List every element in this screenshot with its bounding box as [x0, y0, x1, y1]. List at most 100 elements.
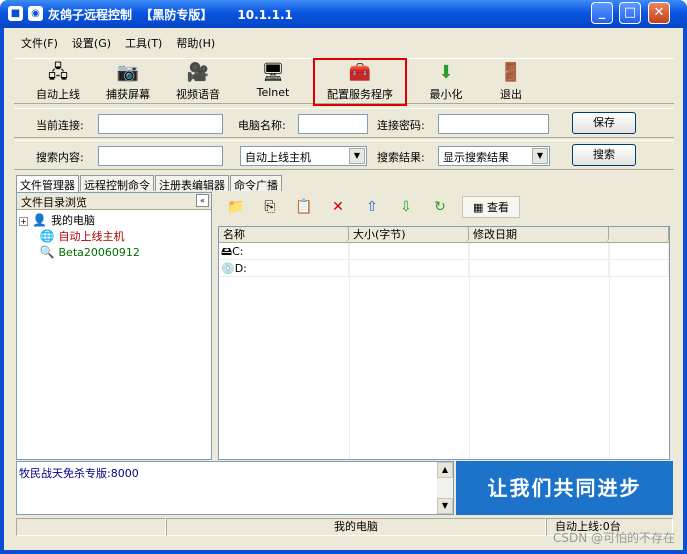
file-row-name: C: — [232, 245, 244, 258]
save-button[interactable]: 保存 — [572, 112, 636, 134]
collapse-panel-button[interactable]: « — [196, 194, 209, 207]
app-logo-icon: ◉ — [28, 6, 43, 21]
copy-button[interactable]: ⎘ — [256, 195, 284, 219]
exit-button[interactable]: 🚪 退出 — [486, 62, 536, 102]
file-toolbar: 📁 ⎘ 📋 ✕ ⇧ ⇩ ↻ ▦ 查看 — [222, 194, 526, 220]
tab-remote-commands[interactable]: 远程控制命令 — [80, 175, 154, 192]
password-label: 连接密码: — [377, 119, 425, 132]
expand-toggle[interactable]: + — [19, 216, 28, 226]
current-connection-field[interactable] — [98, 114, 223, 134]
download-icon: ⇩ — [400, 199, 412, 215]
chevron-down-icon[interactable]: ▼ — [532, 148, 548, 164]
log-scrollbar[interactable]: ▲ ▼ — [437, 462, 453, 514]
chevron-down-icon[interactable]: ▼ — [349, 148, 365, 164]
upload-icon: ⇧ — [366, 199, 378, 215]
telnet-terminal-icon: 🖥 — [261, 62, 285, 83]
password-field[interactable] — [438, 114, 549, 134]
menu-file[interactable]: 文件(F) — [14, 35, 65, 51]
telnet-button[interactable]: 🖥 Telnet — [248, 62, 298, 102]
auto-online-label: 自动上线 — [36, 88, 80, 101]
download-button[interactable]: ⇩ — [392, 195, 420, 219]
paste-icon: 📋 — [295, 199, 313, 215]
upload-button[interactable]: ⇧ — [358, 195, 386, 219]
progress-banner: 让我们共同进步 — [456, 461, 673, 515]
minimize-app-button[interactable]: ⬇ 最小化 — [418, 62, 474, 102]
main-toolbar: 🖧 自动上线 📷 捕获屏幕 🎥 视频语音 🖥 Telnet 🧰 配置服务程序 ⬇ — [14, 58, 674, 106]
menu-help[interactable]: 帮助(H) — [169, 35, 222, 51]
tree-node-beta[interactable]: 🔍 Beta20060912 — [39, 244, 140, 260]
tree-node-label: 我的电脑 — [51, 214, 95, 227]
client-area: 文件(F) 设置(G) 工具(T) 帮助(H) 🖧 自动上线 📷 捕获屏幕 🎥 … — [4, 28, 683, 550]
search-content-label: 搜索内容: — [36, 151, 84, 164]
system-menu-icon[interactable]: ■ — [8, 6, 23, 21]
minimize-app-label: 最小化 — [429, 88, 463, 101]
menu-tools[interactable]: 工具(T) — [118, 35, 169, 51]
tree-node-auto-online[interactable]: 🌐 自动上线主机 — [39, 228, 125, 244]
file-list-header: 名称 大小(字节) 修改日期 — [219, 227, 669, 243]
file-row[interactable]: 🖴C: — [219, 243, 669, 260]
menu-settings[interactable]: 设置(G) — [65, 35, 118, 51]
computer-name-field[interactable] — [298, 114, 368, 134]
delete-button[interactable]: ✕ — [324, 195, 352, 219]
config-service-button[interactable]: 🧰 配置服务程序 — [313, 58, 407, 106]
scroll-down-icon[interactable]: ▼ — [437, 498, 453, 514]
current-connection-label: 当前连接: — [36, 119, 84, 132]
network-icon: 🖧 — [47, 62, 69, 83]
tree-header-title: 文件目录浏览 — [21, 196, 87, 209]
minimize-window-button[interactable]: _ — [591, 2, 613, 24]
directory-tree: + 👤 我的电脑 🌐 自动上线主机 🔍 Beta20060912 — [17, 210, 211, 460]
capture-screen-label: 捕获屏幕 — [106, 88, 150, 101]
status-left — [16, 518, 166, 536]
search-scope-value: 自动上线主机 — [245, 151, 311, 164]
cd-drive-icon: 💿 — [221, 262, 235, 275]
window-title: 灰鸽子远程控制 【黑防专版】 10.1.1.1 — [48, 8, 293, 22]
app-window: ■ ◉ 灰鸽子远程控制 【黑防专版】 10.1.1.1 _ □ ✕ 文件(F) … — [0, 0, 687, 554]
paste-button[interactable]: 📋 — [290, 195, 318, 219]
view-menu-button[interactable]: ▦ 查看 — [462, 196, 520, 218]
close-window-button[interactable]: ✕ — [648, 2, 670, 24]
computer-icon: 👤 — [32, 213, 47, 227]
folder-up-icon: 📁 — [227, 199, 245, 215]
maximize-window-button[interactable]: □ — [619, 2, 641, 24]
search-scope-select[interactable]: 自动上线主机 ▼ — [240, 146, 367, 166]
tab-command-broadcast[interactable]: 命令广播 — [230, 175, 282, 192]
refresh-icon: ↻ — [434, 199, 446, 215]
exit-door-icon: 🚪 — [499, 62, 523, 83]
column-name[interactable]: 名称 — [219, 227, 349, 242]
scroll-up-icon[interactable]: ▲ — [437, 462, 453, 478]
file-row-name: D: — [234, 262, 247, 275]
copy-icon: ⎘ — [264, 199, 276, 215]
parent-folder-button[interactable]: 📁 — [222, 195, 250, 219]
search-globe-icon: 🔍 — [39, 245, 55, 259]
directory-tree-panel: 文件目录浏览 « + 👤 我的电脑 🌐 自动上线主机 🔍 Beta2006091… — [16, 192, 212, 460]
refresh-button[interactable]: ↻ — [426, 195, 454, 219]
menu-bar: 文件(F) 设置(G) 工具(T) 帮助(H) — [14, 32, 222, 54]
search-result-select[interactable]: 显示搜索结果 ▼ — [438, 146, 550, 166]
column-size[interactable]: 大小(字节) — [349, 227, 469, 242]
file-row[interactable]: 💿D: — [219, 260, 669, 277]
tab-registry-editor[interactable]: 注册表编辑器 — [155, 175, 229, 192]
column-modified[interactable]: 修改日期 — [469, 227, 609, 242]
capture-screen-button[interactable]: 📷 捕获屏幕 — [96, 62, 160, 102]
search-content-field[interactable] — [98, 146, 223, 166]
video-voice-label: 视频语音 — [176, 88, 220, 101]
tree-node-label: 自动上线主机 — [58, 230, 125, 243]
video-voice-button[interactable]: 🎥 视频语音 — [166, 62, 230, 102]
auto-online-button[interactable]: 🖧 自动上线 — [26, 62, 90, 102]
computer-name-label: 电脑名称: — [238, 119, 286, 132]
tree-node-my-computer[interactable]: + 👤 我的电脑 — [19, 212, 95, 228]
tree-header: 文件目录浏览 « — [17, 193, 211, 210]
tree-node-label: Beta20060912 — [58, 246, 140, 259]
file-list: 名称 大小(字节) 修改日期 🖴C: 💿D: — [218, 226, 670, 460]
minimize-arrow-icon: ⬇ — [438, 62, 454, 83]
tab-file-manager[interactable]: 文件管理器 — [16, 175, 79, 192]
telnet-label: Telnet — [256, 86, 290, 99]
search-result-value: 显示搜索结果 — [443, 151, 509, 164]
camera-screen-icon: 📷 — [116, 62, 140, 83]
log-text: 牧民战天免杀专版:8000 — [19, 467, 139, 480]
search-result-label: 搜索结果: — [377, 151, 425, 164]
search-button[interactable]: 搜索 — [572, 144, 636, 166]
log-area[interactable]: 牧民战天免杀专版:8000 ▲ ▼ — [16, 461, 454, 515]
exit-label: 退出 — [500, 88, 522, 101]
title-bar[interactable]: ■ ◉ 灰鸽子远程控制 【黑防专版】 10.1.1.1 _ □ ✕ — [0, 0, 687, 28]
